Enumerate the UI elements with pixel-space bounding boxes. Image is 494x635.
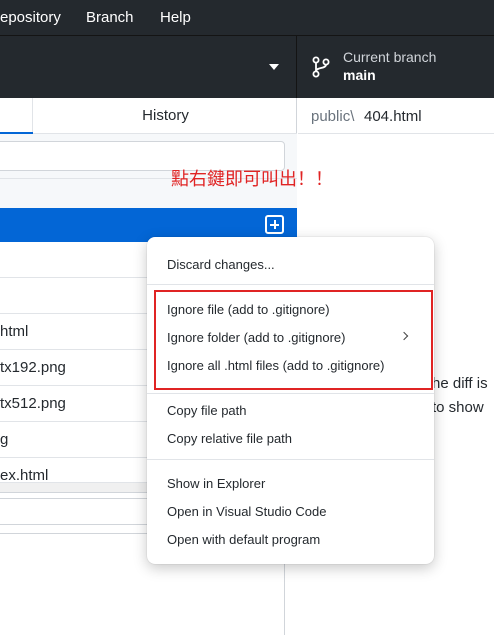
file-path-directory: public\ bbox=[311, 108, 355, 125]
menu-branch[interactable]: Branch bbox=[86, 9, 134, 26]
file-path-name: 404.html bbox=[364, 108, 422, 125]
file-name: tx512.png bbox=[0, 395, 66, 412]
plus-square-icon bbox=[265, 215, 284, 234]
menu-separator bbox=[147, 393, 434, 394]
menu-item-show-in-explorer[interactable]: Show in Explorer bbox=[167, 476, 265, 491]
current-branch-button[interactable]: Current branch main bbox=[298, 36, 494, 98]
caret-down-icon bbox=[269, 64, 279, 70]
file-name: html bbox=[0, 323, 29, 340]
menu-help[interactable]: Help bbox=[160, 9, 191, 26]
menu-repository[interactable]: epository bbox=[0, 9, 61, 26]
diff-message-line: to show bbox=[432, 399, 484, 416]
current-repository-button[interactable] bbox=[0, 36, 297, 98]
menu-separator bbox=[147, 459, 434, 460]
menu-item-open-default-program[interactable]: Open with default program bbox=[167, 532, 320, 547]
file-name: ex.html bbox=[0, 467, 49, 482]
menu-item-copy-file-path[interactable]: Copy file path bbox=[167, 403, 247, 418]
menu-separator bbox=[147, 284, 434, 285]
menu-bar: epository Branch Help bbox=[0, 0, 494, 35]
highlight-box bbox=[154, 290, 433, 390]
file-path-bar: public\ 404.html bbox=[298, 98, 494, 134]
toolbar: Current branch main bbox=[0, 35, 494, 98]
tab-changes[interactable] bbox=[0, 98, 33, 135]
file-name: g bbox=[0, 431, 9, 448]
current-branch-label: Current branch bbox=[343, 49, 437, 65]
menu-item-copy-relative-path[interactable]: Copy relative file path bbox=[167, 431, 292, 446]
file-name: tx192.png bbox=[0, 359, 66, 376]
git-branch-icon bbox=[312, 56, 330, 78]
tab-history[interactable]: History bbox=[34, 98, 297, 134]
current-branch-name: main bbox=[343, 67, 376, 83]
diff-message-line: he diff is bbox=[432, 375, 488, 392]
menu-item-open-in-vscode[interactable]: Open in Visual Studio Code bbox=[167, 504, 326, 519]
annotation-text: 點右鍵即可叫出！！ bbox=[171, 169, 333, 190]
menu-item-discard-changes[interactable]: Discard changes... bbox=[167, 257, 275, 272]
tab-bar: History bbox=[0, 98, 297, 135]
context-menu: Discard changes... Ignore file (add to .… bbox=[147, 237, 434, 564]
